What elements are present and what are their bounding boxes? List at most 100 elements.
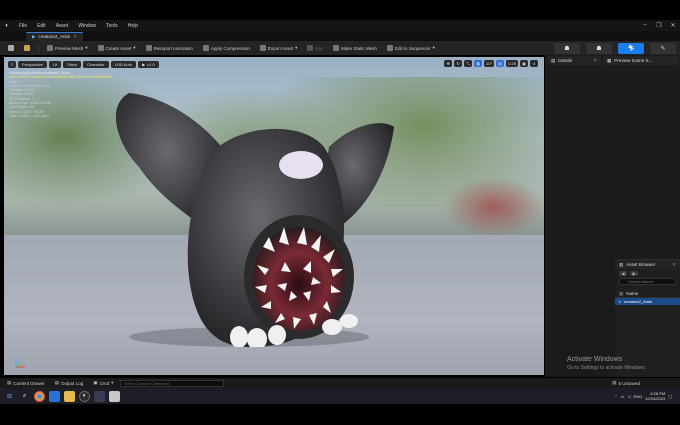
- apply-compression-label: Apply Compression: [210, 45, 250, 51]
- chevron-up-icon[interactable]: ⌃: [614, 394, 617, 399]
- language-indicator[interactable]: ENG: [634, 394, 643, 399]
- create-asset-button[interactable]: Create Asset ▾: [94, 43, 140, 53]
- key-button[interactable]: Key: [303, 43, 327, 53]
- mesh-mode-button[interactable]: ☗: [586, 42, 612, 54]
- back-arrow-icon[interactable]: ◀: [619, 270, 627, 276]
- system-tray: ⌃ ▭ ◁ ENG 6:28 PM 12/24/2023 ▢: [614, 391, 680, 401]
- app-icon[interactable]: [94, 390, 105, 402]
- hamburger-icon: ≡: [10, 61, 14, 67]
- rotate-tool-button[interactable]: ↻: [454, 60, 463, 67]
- camera-speed-icon[interactable]: ▣: [520, 60, 528, 67]
- scale-snap-value[interactable]: 0.25: [506, 60, 518, 67]
- menu-asset[interactable]: Asset: [51, 23, 74, 29]
- drawer-icon: ▤: [7, 380, 12, 385]
- skeleton-mode-button[interactable]: ☗: [554, 42, 580, 54]
- unreal-logo-icon[interactable]: ◐: [0, 20, 14, 31]
- camera-speed-value[interactable]: 4: [530, 60, 538, 67]
- maximize-icon[interactable]: ❐: [652, 22, 666, 29]
- start-menu-icon[interactable]: ⊞: [4, 391, 15, 402]
- reimport-animation-button[interactable]: Reimport Animation: [142, 43, 197, 53]
- pdf-icon[interactable]: [109, 390, 120, 402]
- edit-in-sequencer-button[interactable]: Edit in Sequencer ▾: [383, 43, 439, 53]
- details-close-icon[interactable]: ✕: [593, 58, 597, 64]
- viewport-toolbar: ≡ Perspective Lit Show Character LOD Aut…: [8, 60, 159, 68]
- close-icon[interactable]: ✕: [666, 22, 680, 29]
- viewport-menu-button[interactable]: ≡: [8, 60, 16, 68]
- save-button[interactable]: [4, 43, 18, 53]
- menu-window[interactable]: Window: [73, 23, 101, 29]
- minimize-icon[interactable]: –: [638, 22, 652, 29]
- output-log-button[interactable]: ▤ Output Log: [52, 380, 87, 386]
- photo-app-icon[interactable]: [49, 390, 60, 402]
- perspective-button[interactable]: Perspective: [18, 60, 47, 68]
- console-command-input[interactable]: Enter Console Command: [120, 379, 225, 387]
- show-button[interactable]: Show: [63, 60, 82, 68]
- unreal-engine-icon[interactable]: ◐: [79, 390, 90, 402]
- menu-tools[interactable]: Tools: [101, 23, 123, 29]
- clock[interactable]: 6:28 PM 12/24/2023: [645, 391, 665, 401]
- sort-icon: ▦: [619, 290, 624, 296]
- unsaved-label: 5 Unsaved: [618, 380, 640, 386]
- background-car: [444, 177, 544, 237]
- physics-mode-button[interactable]: ✎: [650, 42, 676, 54]
- content-drawer-button[interactable]: ▤ Content Drawer: [4, 380, 48, 386]
- asset-browser-header[interactable]: ▥ Asset Browser ✕: [615, 260, 680, 269]
- column-header-name[interactable]: ▦ Name: [615, 290, 680, 298]
- menu-help[interactable]: Help: [123, 23, 143, 29]
- browse-button[interactable]: [20, 43, 34, 53]
- clock-date: 12/24/2023: [645, 396, 666, 401]
- creature-model[interactable]: [99, 87, 399, 347]
- menu-edit[interactable]: Edit: [32, 23, 51, 29]
- list-item[interactable]: ▸ creature2_Anim: [615, 298, 680, 305]
- animation-mode-button[interactable]: 🏃︎: [618, 42, 644, 54]
- scale-snap-toggle[interactable]: ▧: [496, 60, 505, 67]
- speaker-icon[interactable]: ◁: [627, 394, 630, 399]
- apply-compression-button[interactable]: Apply Compression: [199, 43, 254, 53]
- sequencer-icon: [386, 45, 393, 51]
- export-asset-button[interactable]: Export Asset ▾: [256, 43, 302, 53]
- chevron-down-icon: ▾: [295, 45, 298, 50]
- output-log-label: Output Log: [61, 380, 84, 386]
- file-explorer-icon[interactable]: [64, 390, 75, 402]
- search-icon[interactable]: ⌕: [19, 391, 30, 402]
- menu-file[interactable]: File: [14, 23, 32, 29]
- forward-arrow-icon[interactable]: ▶: [630, 270, 638, 276]
- playback-speed-button[interactable]: ▶ x1.0: [138, 60, 159, 68]
- viewport[interactable]: ≡ Perspective Lit Show Character LOD Aut…: [4, 57, 544, 375]
- asset-browser-title: Asset Browser: [626, 262, 656, 267]
- character-button[interactable]: Character: [83, 60, 109, 68]
- scale-tool-button[interactable]: ⤡: [464, 60, 473, 67]
- export-asset-label: Export Asset: [267, 45, 294, 51]
- notifications-icon[interactable]: ▢: [668, 394, 672, 399]
- make-static-mesh-label: Make Static Mesh: [341, 45, 377, 51]
- tab-creature2-anim[interactable]: ▶ creature2_Anim ✕: [26, 31, 84, 41]
- details-label: Details: [558, 58, 573, 63]
- activation-watermark-subtitle: Go to Settings to activate Windows.: [567, 365, 646, 371]
- chevron-down-icon: ▾: [111, 380, 114, 385]
- lit-button[interactable]: Lit: [48, 60, 62, 68]
- tab-details[interactable]: ▤ Details ✕: [547, 56, 601, 65]
- rotation-snap-value[interactable]: 10°: [484, 60, 495, 67]
- name-column-label: Name: [626, 291, 639, 296]
- unsaved-button[interactable]: ▤ 5 Unsaved: [612, 380, 640, 386]
- editor-modes: ☗ ☗ 🏃︎ ✎: [554, 42, 680, 54]
- cmd-dropdown[interactable]: ▣ Cmd ▾: [90, 380, 116, 386]
- folder-icon: ▥: [619, 261, 624, 267]
- grid-snap-toggle[interactable]: ▦: [474, 60, 483, 67]
- asset-search-input[interactable]: Search Assets: [619, 278, 676, 285]
- tab-close-icon[interactable]: ✕: [73, 34, 77, 40]
- lod-button[interactable]: LOD Auto: [110, 60, 137, 68]
- chrome-icon[interactable]: [34, 390, 45, 402]
- make-static-mesh-button[interactable]: Make Static Mesh: [329, 43, 381, 53]
- toolbar: Preview Mesh ▾ Create Asset ▾ Reimport Ani…: [0, 41, 680, 55]
- tab-preview-scene-settings[interactable]: ▦ Preview Scene S...: [603, 56, 679, 65]
- asset-browser-close-icon[interactable]: ✕: [672, 262, 676, 268]
- network-icon[interactable]: ▭: [621, 394, 625, 399]
- chevron-down-icon: ▾: [133, 45, 136, 50]
- folder-icon: [24, 45, 30, 51]
- divider: [38, 43, 39, 53]
- reimport-animation-label: Reimport Animation: [153, 45, 193, 51]
- key-label: Key: [315, 45, 324, 51]
- preview-mesh-button[interactable]: Preview Mesh ▾: [43, 43, 92, 53]
- translate-tool-button[interactable]: ✥: [444, 60, 453, 67]
